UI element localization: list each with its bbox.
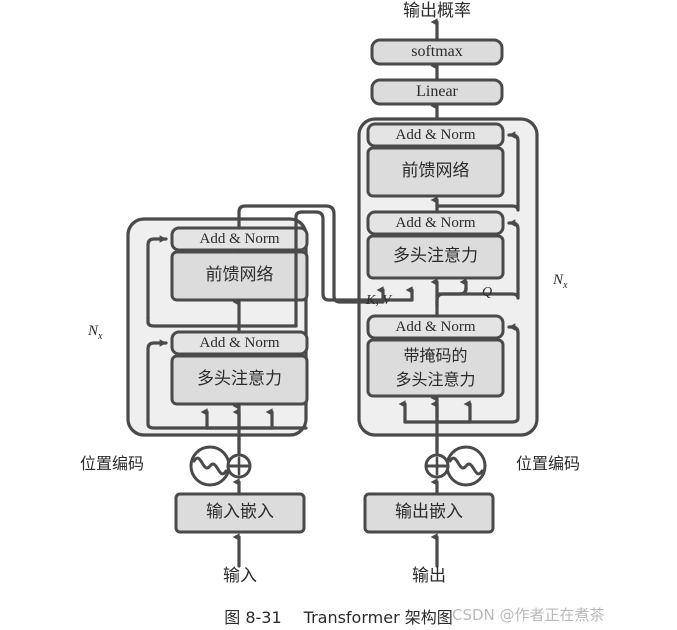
q-label: Q <box>482 285 493 300</box>
decoder-add-norm-mid-box <box>366 210 505 236</box>
decoder-add-norm-top-box <box>366 122 505 148</box>
figure-caption-title: Transformer 架构图 <box>303 608 453 627</box>
csdn-watermark: CSDN @作者正在煮茶 <box>452 606 605 624</box>
encoder-repeat-label: Nx <box>88 324 102 342</box>
decoder-add-norm-bottom-box <box>366 314 505 340</box>
encoder-positional-encoding-wave <box>192 456 228 476</box>
decoder-repeat-sub: x <box>563 280 568 291</box>
figure-caption-number: 图 8-31 <box>224 608 282 627</box>
input-embedding-box <box>174 492 306 534</box>
decoder-positional-encoding-wave <box>448 456 484 476</box>
kv-label: K, V <box>366 293 391 308</box>
transformer-architecture-figure: 输出概率 softmax Linear Add & Norm 前馈网络 Add … <box>0 0 677 630</box>
encoder-feedforward-box <box>170 250 309 302</box>
linear-box <box>370 78 504 106</box>
softmax-box <box>370 38 504 66</box>
encoder-positional-encoding-label: 位置编码 <box>80 454 145 473</box>
encoder-repeat-base: N <box>88 323 99 339</box>
encoder-add-norm-top-box <box>170 226 309 252</box>
encoder-add-norm-bottom-box <box>170 330 309 356</box>
decoder-feedforward-box <box>366 146 505 198</box>
decoder-repeat-base: N <box>553 272 564 288</box>
encoder-attention-box <box>170 354 309 406</box>
decoder-masked-attention-box <box>366 338 505 398</box>
decoder-cross-attention-box <box>366 234 505 280</box>
output-embedding-box <box>363 492 495 534</box>
encoder-repeat-sub: x <box>98 331 103 342</box>
decoder-positional-encoding-label: 位置编码 <box>516 454 581 473</box>
decoder-repeat-label: Nx <box>553 273 567 291</box>
diagram-canvas <box>126 18 539 568</box>
